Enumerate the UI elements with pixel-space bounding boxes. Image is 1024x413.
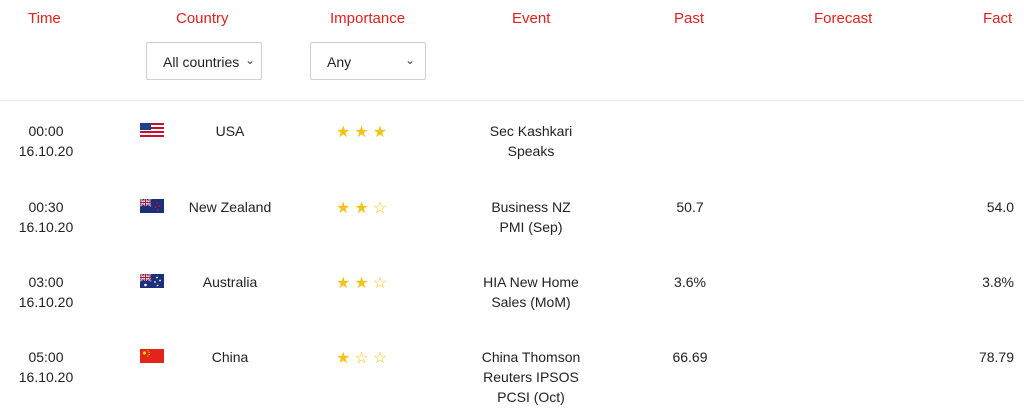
fact-value: 78.79 [978, 349, 1014, 365]
table-row[interactable]: 03:00 16.10.20 Australia ★★☆ HIA New Hom… [0, 272, 1024, 352]
event-cell[interactable]: Sec Kashkari Speaks [466, 121, 596, 161]
time-value: 03:00 [28, 274, 64, 290]
country-filter-select[interactable]: All countries ⌄ [146, 42, 262, 80]
new-zealand-flag-icon [140, 199, 164, 213]
column-header-time: Time [28, 10, 61, 27]
usa-flag-icon [140, 123, 164, 137]
importance-stars: ★★★ [336, 124, 392, 141]
event-cell[interactable]: HIA New Home Sales (MoM) [466, 272, 596, 312]
country-cell: Australia [202, 274, 258, 290]
country-cell: New Zealand [188, 199, 272, 215]
importance-stars: ★★☆ [336, 275, 392, 292]
event-line: PMI (Sep) [499, 219, 563, 235]
importance-stars: ★☆☆ [336, 350, 392, 367]
time-value: 00:30 [28, 199, 64, 215]
column-header-forecast: Forecast [814, 10, 873, 27]
date-value: 16.10.20 [18, 369, 74, 385]
column-header-event: Event [512, 10, 551, 27]
fact-value: 54.0 [986, 199, 1014, 215]
event-line: Business NZ [491, 199, 571, 215]
event-line: HIA New Home [483, 274, 579, 290]
date-value: 16.10.20 [18, 294, 74, 310]
date-value: 16.10.20 [18, 143, 74, 159]
country-filter-value: All countries [163, 54, 240, 70]
time-value: 05:00 [28, 349, 64, 365]
column-header-importance: Importance [330, 10, 406, 27]
importance-filter-value: Any [327, 54, 352, 70]
fact-value: 3.8% [982, 274, 1014, 290]
table-row[interactable]: 05:00 16.10.20 China ★☆☆ China Thomson R… [0, 347, 1024, 413]
past-value: 3.6% [674, 274, 706, 290]
country-cell: USA [215, 123, 245, 139]
time-cell: 03:00 16.10.20 [0, 272, 92, 312]
event-cell[interactable]: China Thomson Reuters IPSOS PCSI (Oct) [466, 347, 596, 407]
australia-flag-icon [140, 274, 164, 288]
time-value: 00:00 [28, 123, 64, 139]
past-value: 50.7 [676, 199, 704, 215]
event-line: Sec Kashkari [489, 123, 573, 139]
column-header-country: Country [176, 10, 229, 27]
time-cell: 00:30 16.10.20 [0, 197, 92, 237]
event-line: China Thomson [481, 349, 581, 365]
chevron-down-icon: ⌄ [404, 53, 415, 67]
table-row[interactable]: 00:30 16.10.20 New Zealand ★★☆ Business … [0, 197, 1024, 277]
country-cell: China [211, 349, 249, 365]
time-cell: 05:00 16.10.20 [0, 347, 92, 387]
event-line: Reuters IPSOS [483, 369, 579, 385]
event-line: Speaks [507, 143, 555, 159]
date-value: 16.10.20 [18, 219, 74, 235]
time-cell: 00:00 16.10.20 [0, 121, 92, 161]
china-flag-icon [140, 349, 164, 363]
column-header-past: Past [674, 10, 705, 27]
event-line: Sales (MoM) [491, 294, 571, 310]
column-header-fact: Fact [983, 10, 1013, 27]
event-line: PCSI (Oct) [497, 389, 565, 405]
header-divider [0, 100, 1024, 101]
importance-filter-select[interactable]: Any ⌄ [310, 42, 426, 80]
table-row[interactable]: 00:00 16.10.20 USA ★★★ Sec Kashkari Spea… [0, 121, 1024, 201]
chevron-down-icon: ⌄ [244, 53, 255, 67]
importance-stars: ★★☆ [336, 200, 392, 217]
event-cell[interactable]: Business NZ PMI (Sep) [466, 197, 596, 237]
past-value: 66.69 [672, 349, 708, 365]
